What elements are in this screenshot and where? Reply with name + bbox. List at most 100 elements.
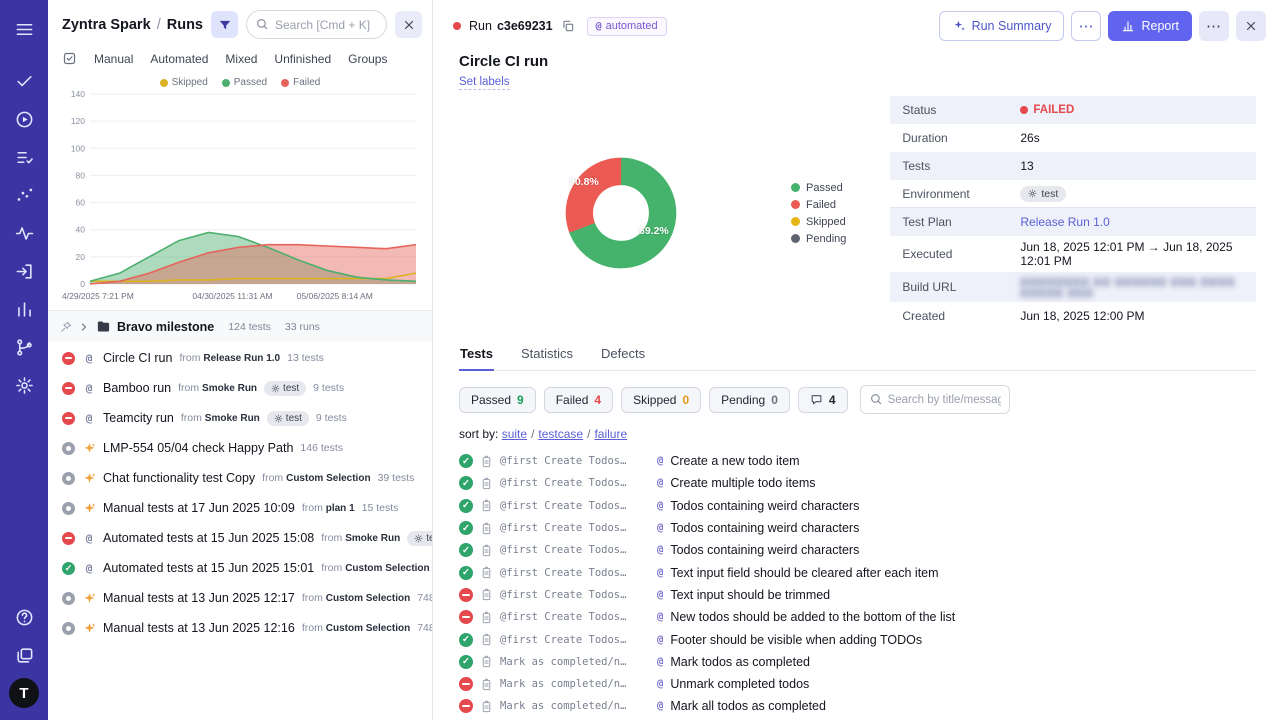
project-name[interactable]: Zyntra Spark: [62, 17, 151, 33]
sort-by-testcase[interactable]: testcase: [538, 427, 583, 441]
close-sidebar-button[interactable]: [395, 11, 422, 38]
runs-icon[interactable]: [7, 102, 41, 136]
legend-item[interactable]: Passed: [791, 182, 846, 194]
environment-badge: test: [267, 411, 309, 426]
svg-text:4/29/2025 7:21 PM: 4/29/2025 7:21 PM: [62, 291, 134, 301]
legend-item[interactable]: Pending: [791, 233, 846, 245]
legend-item[interactable]: Skipped: [160, 77, 208, 88]
checklist-icon[interactable]: [7, 140, 41, 174]
filter-pending[interactable]: Pending0: [709, 387, 790, 413]
runs-sidebar: Zyntra Spark / Runs Manual Automated Mix…: [48, 0, 433, 720]
settings-icon[interactable]: [7, 368, 41, 402]
test-suite-name: @first Create Todos…: [500, 544, 650, 556]
sparkles-icon: [952, 19, 966, 33]
projects-icon[interactable]: [7, 638, 41, 672]
info-row-testplan: Test Plan Release Run 1.0: [890, 208, 1256, 236]
reports-icon[interactable]: [7, 292, 41, 326]
test-row[interactable]: @first Create Todos… @ Todos containing …: [459, 495, 1256, 517]
run-list-item[interactable]: @ Automated tests at 15 Jun 2025 15:08 f…: [48, 523, 432, 553]
filter-failed[interactable]: Failed4: [544, 387, 613, 413]
test-status-icon: [459, 454, 473, 468]
run-source: from Custom Selection: [262, 472, 370, 484]
test-row[interactable]: @first Create Todos… @ Text input should…: [459, 584, 1256, 606]
filter-passed[interactable]: Passed9: [459, 387, 536, 413]
tab-automated[interactable]: Automated: [150, 52, 208, 66]
test-row[interactable]: Mark as completed/n… @ Mark todos as com…: [459, 651, 1256, 673]
legend-item[interactable]: Failed: [281, 77, 320, 88]
automated-icon: @: [657, 500, 663, 512]
run-list-item[interactable]: @ Bamboo run from Smoke Run test 9 tests: [48, 373, 432, 403]
filter-comments[interactable]: 4: [798, 387, 848, 413]
tab-statistics[interactable]: Statistics: [520, 346, 574, 370]
donut-svg: [555, 147, 687, 279]
run-list-item[interactable]: @ Automated tests at 15 Jun 2025 15:01 f…: [48, 553, 432, 583]
test-row[interactable]: @first Create Todos… @ Todos containing …: [459, 539, 1256, 561]
test-row[interactable]: @first Create Todos… @ Todos containing …: [459, 517, 1256, 539]
test-row[interactable]: @first Create Todos… @ Create a new todo…: [459, 450, 1256, 472]
run-list-item[interactable]: @ Circle CI run from Release Run 1.0 13 …: [48, 343, 432, 373]
test-suite-name: @first Create Todos…: [500, 500, 650, 512]
run-list-item[interactable]: LMP-554 05/04 check Happy Path 146 tests: [48, 433, 432, 463]
run-list-item[interactable]: Manual tests at 13 Jun 2025 12:17 from C…: [48, 583, 432, 613]
milestone-row[interactable]: Bravo milestone 124 tests 33 runs: [48, 311, 432, 342]
sort-by-failure[interactable]: failure: [594, 427, 627, 441]
tab-defects[interactable]: Defects: [600, 346, 646, 370]
pin-icon[interactable]: [60, 321, 72, 333]
pulse-icon[interactable]: [7, 216, 41, 250]
tab-mixed[interactable]: Mixed: [225, 52, 257, 66]
branches-icon[interactable]: [7, 330, 41, 364]
analytics-icon[interactable]: [7, 178, 41, 212]
test-status-icon: [459, 476, 473, 490]
select-all-icon[interactable]: [62, 51, 77, 66]
summary-more-button[interactable]: ⋯: [1071, 11, 1101, 41]
legend-item[interactable]: Skipped: [791, 216, 846, 228]
app-logo[interactable]: T: [9, 678, 39, 708]
test-row[interactable]: @first Create Todos… @ Footer should be …: [459, 628, 1256, 650]
run-list-item[interactable]: Manual tests at 17 Jun 2025 10:09 from p…: [48, 493, 432, 523]
sort-by-suite[interactable]: suite: [502, 427, 527, 441]
test-plan-link[interactable]: Release Run 1.0: [1020, 215, 1109, 229]
test-title: Mark todos as completed: [670, 655, 810, 669]
svg-text:140: 140: [71, 89, 85, 99]
run-test-count: 9 tests: [313, 382, 344, 394]
comment-icon: [810, 393, 823, 406]
run-type-icon: @: [82, 412, 96, 425]
run-summary-button[interactable]: Run Summary: [939, 11, 1065, 41]
run-list-item[interactable]: @ Teamcity run from Smoke Run test 9 tes…: [48, 403, 432, 433]
filter-button[interactable]: [211, 11, 238, 38]
tests-search[interactable]: [860, 385, 1010, 414]
copy-icon[interactable]: [561, 19, 575, 33]
help-icon[interactable]: [7, 600, 41, 634]
tab-tests[interactable]: Tests: [459, 346, 494, 371]
test-row[interactable]: Mark as completed/n… @ Mark all todos as…: [459, 695, 1256, 717]
report-button[interactable]: Report: [1108, 11, 1192, 41]
clipboard-icon: [480, 499, 493, 512]
tab-manual[interactable]: Manual: [94, 52, 133, 66]
info-row-tests: Tests 13: [890, 152, 1256, 180]
close-run-button[interactable]: [1236, 11, 1266, 41]
run-list-item[interactable]: Chat functionality test Copy from Custom…: [48, 463, 432, 493]
gear-icon: [274, 414, 283, 423]
tests-icon[interactable]: [7, 64, 41, 98]
sidebar-search[interactable]: [246, 10, 387, 39]
chevron-right-icon[interactable]: [78, 321, 90, 333]
test-status-icon: [459, 677, 473, 691]
more-button[interactable]: ⋯: [1199, 11, 1229, 41]
legend-item[interactable]: Passed: [222, 77, 267, 88]
tab-unfinished[interactable]: Unfinished: [274, 52, 331, 66]
run-list-item[interactable]: Manual tests at 13 Jun 2025 12:16 from C…: [48, 613, 432, 643]
test-row[interactable]: @first Create Todos… @ New todos should …: [459, 606, 1256, 628]
info-row-status: Status FAILED: [890, 96, 1256, 124]
menu-icon[interactable]: [7, 12, 41, 46]
run-test-count: 748 tests: [417, 622, 432, 634]
legend-item[interactable]: Failed: [791, 199, 846, 211]
tab-groups[interactable]: Groups: [348, 52, 387, 66]
test-row[interactable]: @first Create Todos… @ Text input field …: [459, 561, 1256, 583]
launches-icon[interactable]: [7, 254, 41, 288]
test-row[interactable]: @first Create Todos… @ Create multiple t…: [459, 472, 1256, 494]
run-status-icon: [62, 622, 75, 635]
folder-icon: [96, 319, 111, 334]
filter-skipped[interactable]: Skipped0: [621, 387, 701, 413]
set-labels-link[interactable]: Set labels: [459, 76, 510, 90]
test-row[interactable]: Mark as completed/n… @ Unmark completed …: [459, 673, 1256, 695]
